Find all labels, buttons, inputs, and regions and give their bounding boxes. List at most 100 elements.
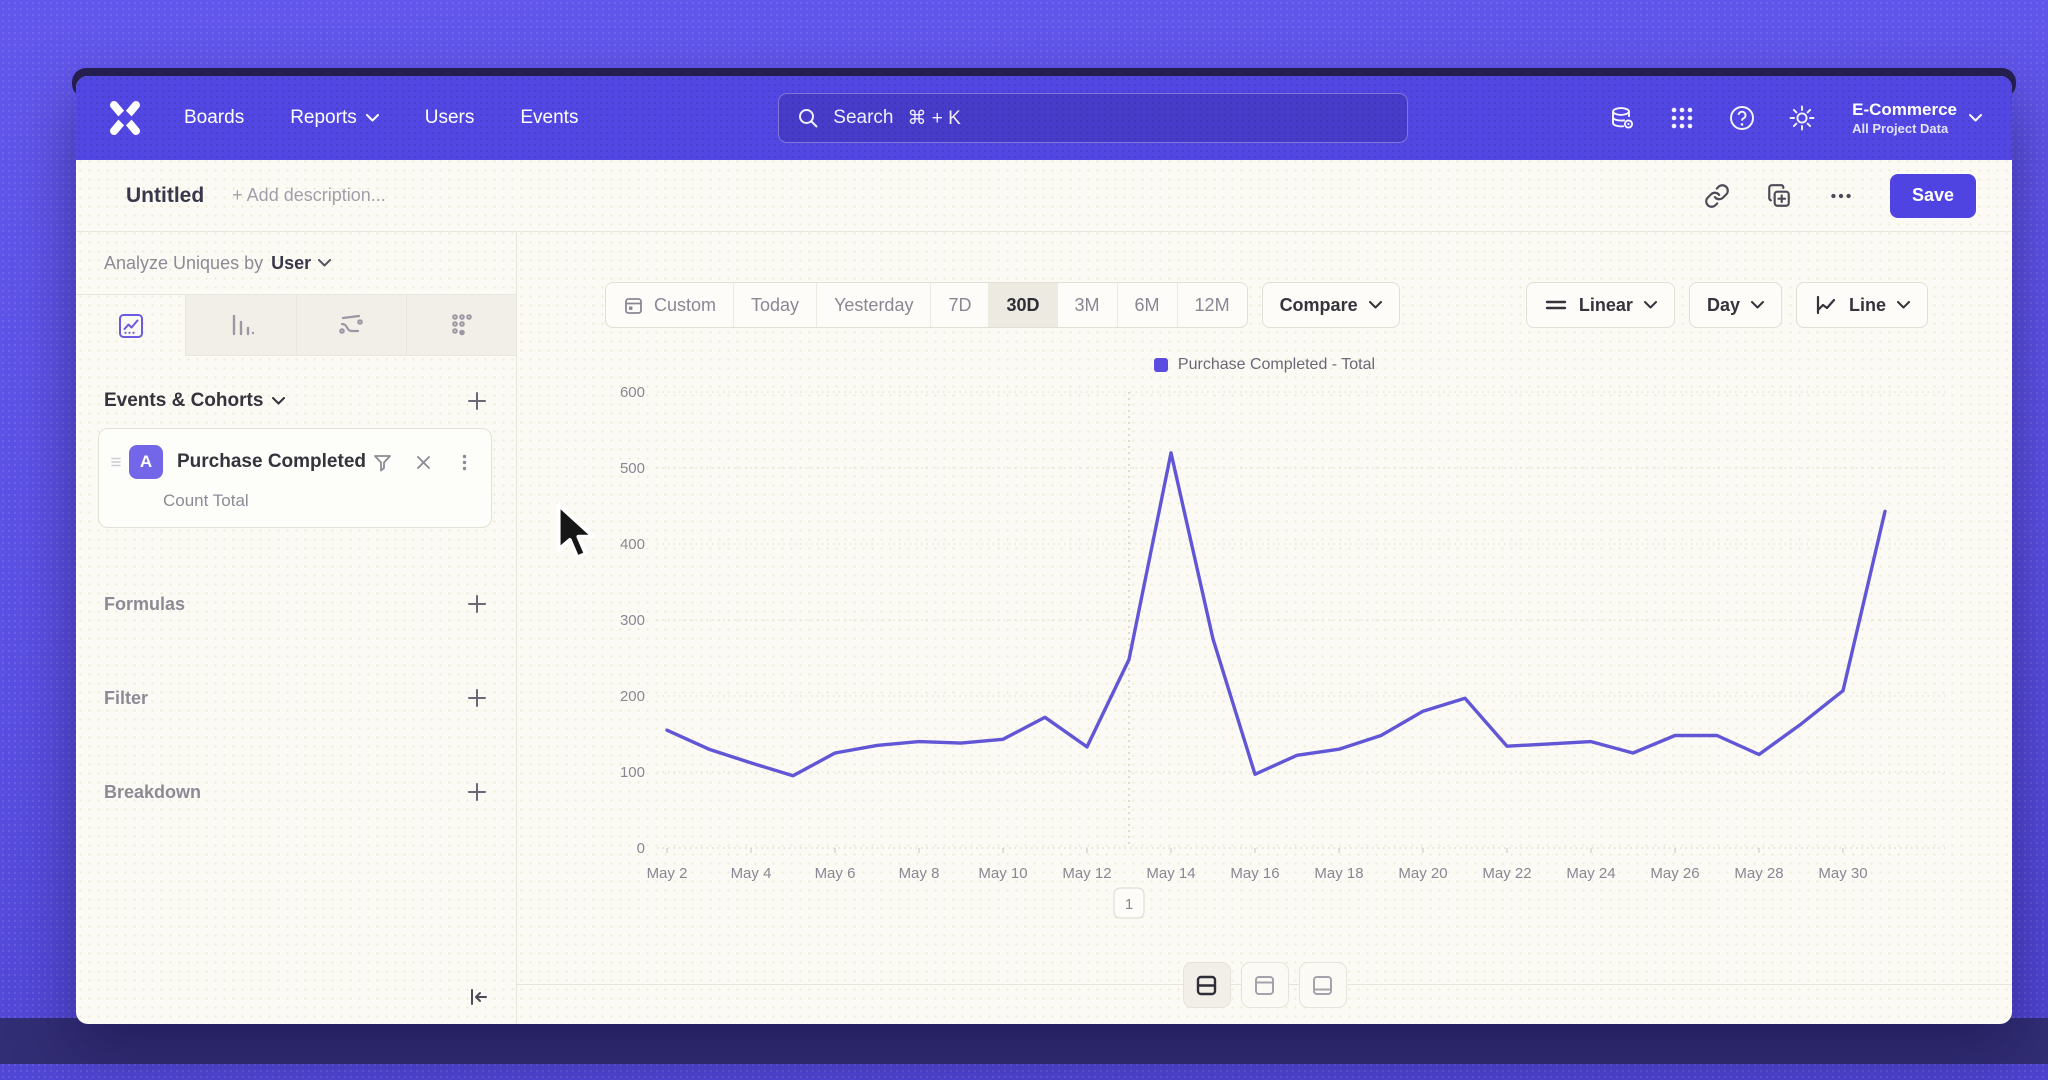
add-description-field[interactable]: + Add description... <box>232 185 386 206</box>
compare-label: Compare <box>1280 295 1358 316</box>
chevron-down-icon <box>272 397 285 405</box>
nav-right: E-Commerce All Project Data <box>1608 100 1982 135</box>
analyze-value: User <box>271 253 311 274</box>
nav-item-events[interactable]: Events <box>520 107 578 129</box>
events-cohorts-toggle[interactable]: Events & Cohorts <box>104 390 285 412</box>
flow-tab-icon <box>336 310 366 340</box>
y-tick-label: 600 <box>620 384 645 401</box>
add-event-button[interactable] <box>466 390 488 412</box>
line-chart-svg: 0100200300400500600May 2May 4May 6May 8M… <box>517 382 2011 942</box>
report-title[interactable]: Untitled <box>126 184 204 208</box>
more-options-icon[interactable] <box>1828 183 1854 209</box>
query-sidebar: Analyze Uniques by User <box>76 232 517 1024</box>
desktop-band <box>0 1018 2048 1064</box>
linear-scale-icon <box>1544 293 1568 317</box>
layout-split-button[interactable] <box>1183 962 1231 1008</box>
analyze-label: Analyze Uniques by <box>104 253 263 274</box>
duplicate-icon[interactable] <box>1766 183 1792 209</box>
top-nav: Boards Reports Users Events Search ⌘ + K <box>76 76 2012 160</box>
x-tick-label: May 20 <box>1398 865 1447 882</box>
interval-dropdown[interactable]: Day <box>1689 282 1782 328</box>
nav-item-users[interactable]: Users <box>425 107 475 129</box>
search-wrap: Search ⌘ + K <box>578 93 1608 143</box>
x-tick-label: May 30 <box>1818 865 1867 882</box>
y-tick-label: 0 <box>637 840 645 857</box>
range-label: Custom <box>654 295 716 316</box>
range-button[interactable]: 3M <box>1057 283 1117 327</box>
range-button[interactable]: 7D <box>930 283 988 327</box>
events-cohorts-header: Events & Cohorts <box>104 390 488 412</box>
project-subtitle: All Project Data <box>1852 121 1957 136</box>
settings-gear-icon[interactable] <box>1788 104 1816 132</box>
range-button[interactable]: Today <box>733 283 816 327</box>
copy-link-icon[interactable] <box>1704 183 1730 209</box>
range-button[interactable]: 30D <box>988 283 1056 327</box>
filter-funnel-icon[interactable] <box>372 452 393 473</box>
breakdown-label: Breakdown <box>104 782 201 803</box>
chart-type-label: Line <box>1849 295 1886 316</box>
data-management-icon[interactable] <box>1608 104 1636 132</box>
annotation-label: 1 <box>1125 896 1133 913</box>
mixpanel-logo-icon[interactable] <box>106 99 144 137</box>
range-button[interactable]: Custom <box>606 283 733 327</box>
tab-bar-chart[interactable] <box>185 295 295 356</box>
event-options-kebab-icon[interactable] <box>454 452 475 473</box>
legend-swatch <box>1154 358 1168 372</box>
primary-nav: Boards Reports Users Events <box>184 107 578 129</box>
layout-bottom-icon <box>1310 973 1335 998</box>
save-button[interactable]: Save <box>1890 174 1976 218</box>
layout-toggles <box>517 962 2012 1008</box>
search-icon <box>797 107 819 129</box>
metrics-tab-icon <box>446 310 476 340</box>
nav-item-reports[interactable]: Reports <box>290 107 379 129</box>
chart-type-dropdown[interactable]: Line <box>1796 282 1928 328</box>
layout-top-button[interactable] <box>1241 962 1289 1008</box>
tab-flow[interactable] <box>296 295 406 356</box>
range-button[interactable]: Yesterday <box>816 283 930 327</box>
tab-metrics[interactable] <box>406 295 516 356</box>
nav-item-label: Events <box>520 107 578 129</box>
chevron-down-icon <box>366 114 379 122</box>
event-series-badge[interactable]: A <box>129 445 163 479</box>
range-label: 7D <box>948 295 971 316</box>
event-count-type[interactable]: Count Total <box>163 491 475 511</box>
project-selector[interactable]: E-Commerce All Project Data <box>1852 100 1982 135</box>
layout-bottom-button[interactable] <box>1299 962 1347 1008</box>
x-tick-label: May 28 <box>1734 865 1783 882</box>
date-range-segmented: Custom Today Yesterday 7D 30D 3M 6M 12M <box>605 282 1248 328</box>
analyze-uniques-dropdown[interactable]: User <box>271 253 331 274</box>
chevron-down-icon <box>1969 114 1982 122</box>
filter-label: Filter <box>104 688 148 709</box>
event-card-purchase-completed[interactable]: A Purchase Completed <box>98 428 492 528</box>
compare-button[interactable]: Compare <box>1262 282 1400 328</box>
nav-item-boards[interactable]: Boards <box>184 107 244 129</box>
event-name[interactable]: Purchase Completed <box>177 451 366 473</box>
help-icon[interactable] <box>1728 104 1756 132</box>
calendar-icon <box>623 295 644 316</box>
y-tick-label: 300 <box>620 612 645 629</box>
add-filter-button[interactable] <box>466 687 488 709</box>
apps-grid-icon[interactable] <box>1668 104 1696 132</box>
interval-label: Day <box>1707 295 1740 316</box>
x-tick-label: May 12 <box>1062 865 1111 882</box>
y-tick-label: 400 <box>620 536 645 553</box>
chevron-down-icon <box>1369 301 1382 309</box>
collapse-sidebar-icon[interactable] <box>466 984 492 1010</box>
range-button[interactable]: 12M <box>1177 283 1247 327</box>
range-button[interactable]: 6M <box>1117 283 1177 327</box>
x-tick-label: May 10 <box>978 865 1027 882</box>
x-tick-label: May 18 <box>1314 865 1363 882</box>
drag-handle-icon[interactable] <box>109 455 123 469</box>
add-formula-button[interactable] <box>466 593 488 615</box>
chart-line[interactable] <box>667 453 1885 776</box>
scale-dropdown[interactable]: Linear <box>1526 282 1675 328</box>
x-tick-label: May 14 <box>1146 865 1195 882</box>
remove-event-icon[interactable] <box>413 452 434 473</box>
chart-area[interactable]: 0100200300400500600May 2May 4May 6May 8M… <box>517 382 2012 942</box>
range-label: 3M <box>1075 295 1100 316</box>
search-input[interactable]: Search ⌘ + K <box>778 93 1408 143</box>
chevron-down-icon <box>1751 301 1764 309</box>
add-breakdown-button[interactable] <box>466 781 488 803</box>
tab-insights-line[interactable] <box>76 295 185 356</box>
analyze-row: Analyze Uniques by User <box>76 232 516 294</box>
